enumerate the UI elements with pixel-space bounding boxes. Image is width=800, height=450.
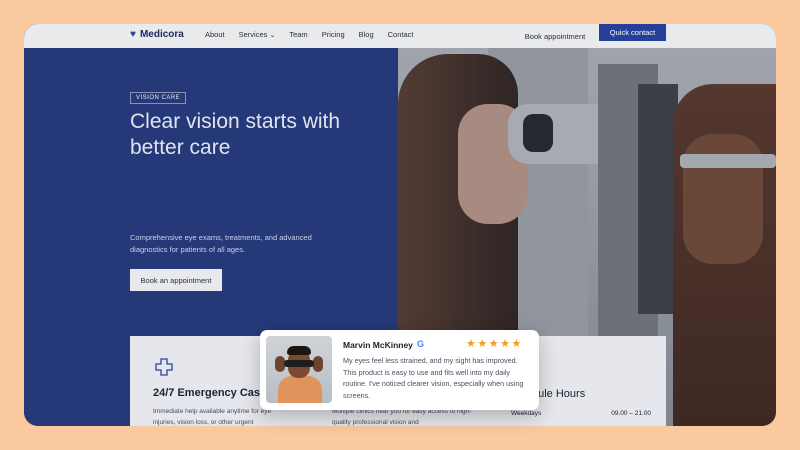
brand-logo[interactable]: ♥ Medicora [130,29,184,40]
heart-icon: ♥ [130,28,136,40]
schedule-row: Weekdays 09.00 – 21.00 [511,410,651,417]
book-appointment-button[interactable]: Book an appointment [130,269,222,291]
star-rating: ★★★★★ [466,338,523,350]
photo-device-lens [523,114,553,152]
schedule-row-label: Weekdays [511,410,542,417]
nav-link-contact[interactable]: Contact [388,30,414,39]
hero-subtext: Comprehensive eye exams, treatments, and… [130,233,312,254]
hero-tag: VISION CARE [130,92,187,104]
nav-link-pricing[interactable]: Pricing [322,30,345,39]
review-text: My eyes feel less strained, and my sight… [343,356,524,400]
nav-links: About Services ⌄ Team Pricing Blog Conta… [205,30,414,39]
schedule-row-value: 09.00 – 21.00 [611,410,651,417]
nav-link-services-label: Services [238,30,268,39]
logo-text: Medicora [139,29,184,40]
emergency-card-title: 24/7 Emergency Cases [153,387,273,399]
avatar-hand-right [313,356,323,372]
medical-cross-icon [154,357,174,377]
quick-contact-button[interactable]: Quick contact [599,24,666,41]
reviewer-name: Marvin McKinney [343,340,413,350]
nav-link-about[interactable]: About [205,30,225,39]
schedule-card-title: dule Hours [532,388,586,400]
google-icon: G [417,339,425,349]
nav-link-blog[interactable]: Blog [359,30,374,39]
nav-link-services[interactable]: Services ⌄ [239,30,276,39]
reviewer-avatar [266,336,332,403]
photo-device-column [638,84,678,314]
avatar-shirt [278,376,322,403]
hero-headline: Clear vision starts with better care [130,110,341,159]
nav-link-team[interactable]: Team [289,30,307,39]
nav-book-appointment-button[interactable]: Book appointment [518,27,592,45]
review-card: Marvin McKinney G ★★★★★ My eyes feel les… [260,330,539,410]
avatar-hair [287,346,311,355]
avatar-trial-frame [284,360,314,367]
photo-headrest [680,154,776,168]
chevron-down-icon: ⌄ [269,32,276,39]
top-nav: ♥ Medicora About Services ⌄ Team Pricing… [24,24,776,48]
